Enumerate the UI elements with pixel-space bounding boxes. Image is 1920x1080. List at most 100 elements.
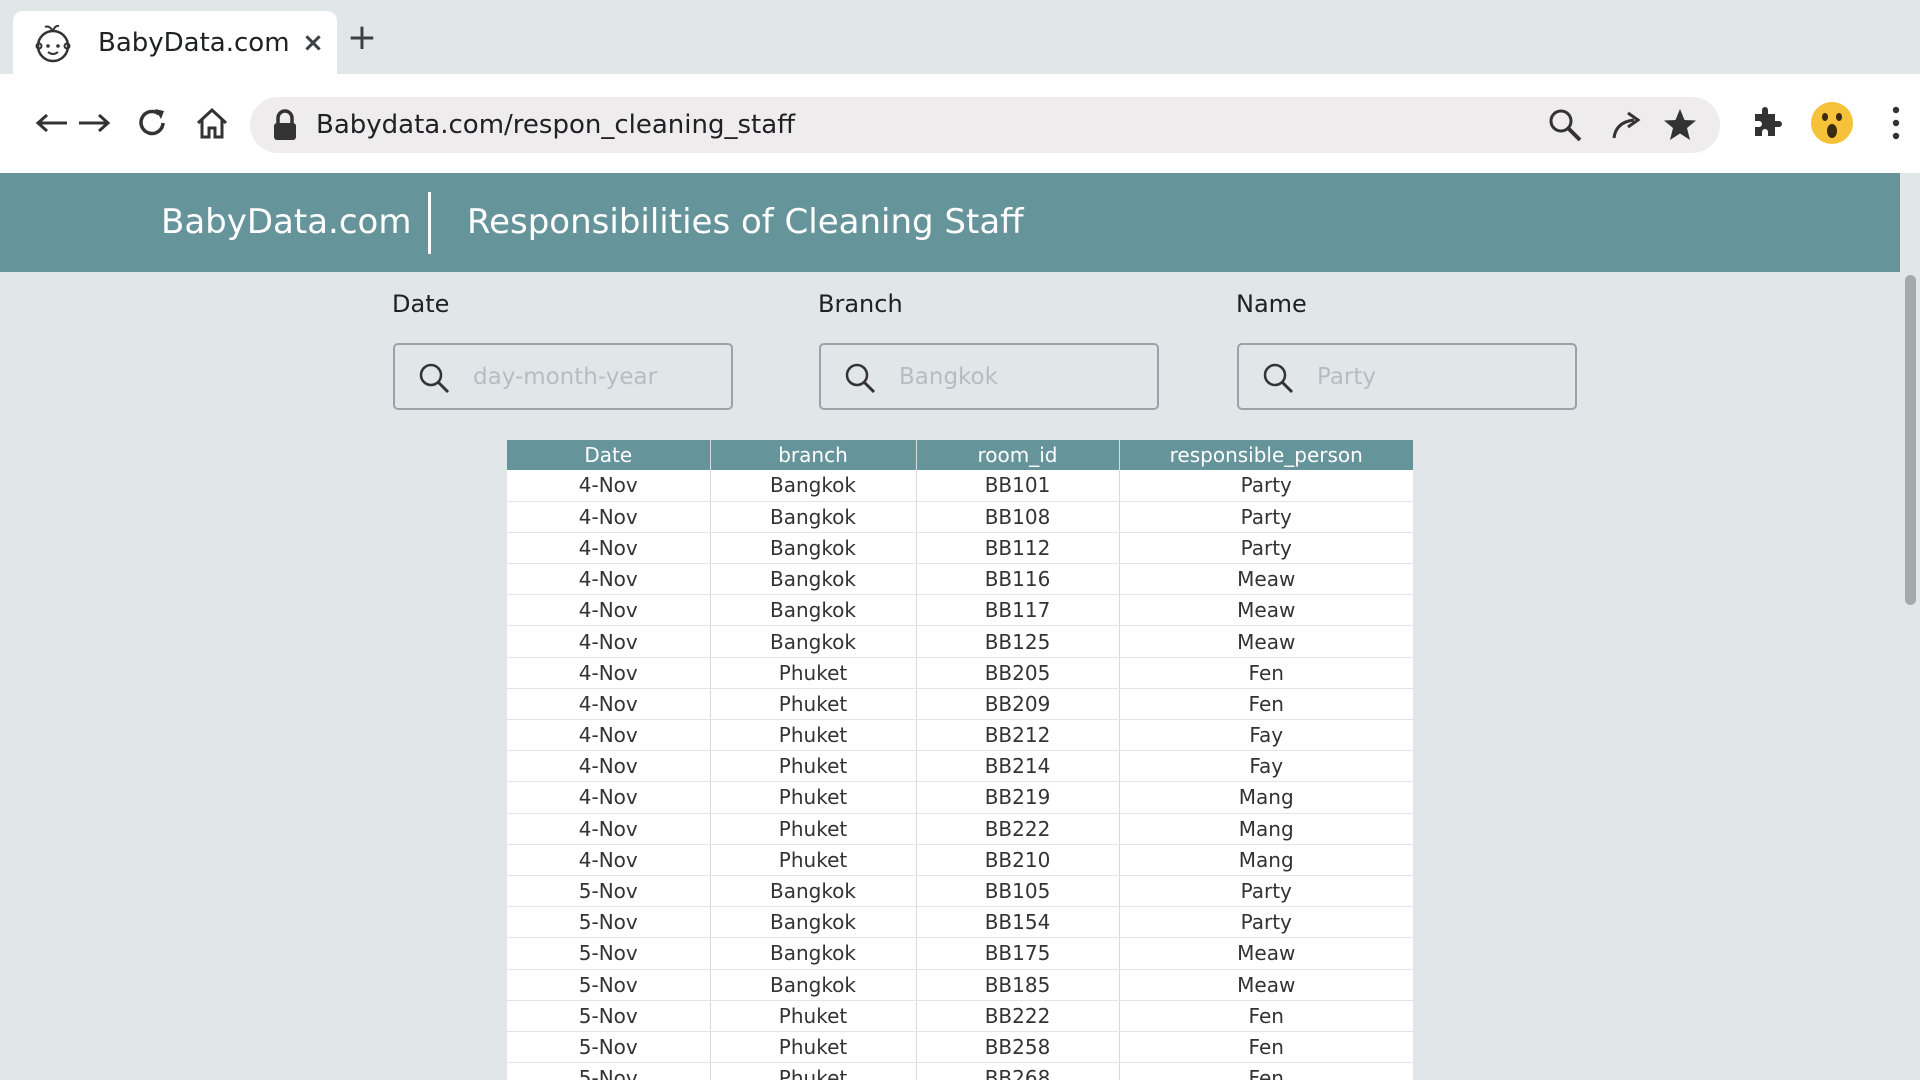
cell-branch: Bangkok xyxy=(709,875,916,908)
search-icon xyxy=(419,363,450,394)
cell-date: 5-Nov xyxy=(507,969,710,1001)
table-row[interactable]: 5-Nov Phuket BB222 Fen xyxy=(507,1000,1413,1032)
cell-branch: Bangkok xyxy=(709,532,916,565)
search-icon xyxy=(1263,363,1294,394)
cell-responsible-person: Party xyxy=(1118,875,1413,908)
tab-title: BabyData.com xyxy=(98,28,290,58)
column-header-room-id[interactable]: room_id xyxy=(915,440,1119,470)
cell-responsible-person: Mang xyxy=(1118,813,1413,845)
table-row[interactable]: 5-Nov Bangkok BB154 Party xyxy=(507,906,1413,939)
branch-filter-input[interactable] xyxy=(899,345,1149,408)
cell-date: 4-Nov xyxy=(507,532,710,565)
table-row[interactable]: 4-Nov Phuket BB214 Fay xyxy=(507,750,1413,783)
share-icon xyxy=(1612,111,1641,139)
cell-branch: Phuket xyxy=(709,1062,916,1080)
cell-room-id: BB214 xyxy=(915,750,1119,783)
name-filter-input[interactable] xyxy=(1317,345,1567,408)
page-scrollbar[interactable] xyxy=(1900,173,1920,1080)
table-row[interactable]: 4-Nov Phuket BB222 Mang xyxy=(507,813,1413,845)
cell-room-id: BB258 xyxy=(915,1031,1119,1064)
date-filter-input[interactable] xyxy=(473,345,723,408)
page-content: BabyData.com Responsibilities of Cleanin… xyxy=(0,173,1920,1080)
cell-responsible-person: Meaw xyxy=(1118,594,1413,627)
forward-button[interactable] xyxy=(72,101,116,145)
back-button[interactable] xyxy=(30,101,74,145)
scrollbar-thumb[interactable] xyxy=(1905,275,1916,605)
cell-date: 4-Nov xyxy=(507,657,710,689)
cell-branch: Phuket xyxy=(709,750,916,783)
table-row[interactable]: 4-Nov Bangkok BB108 Party xyxy=(507,501,1413,533)
cell-branch: Phuket xyxy=(709,844,916,876)
cell-date: 4-Nov xyxy=(507,688,710,721)
cell-branch: Phuket xyxy=(709,781,916,814)
cell-responsible-person: Meaw xyxy=(1118,969,1413,1001)
new-tab-button[interactable]: + xyxy=(344,16,380,60)
extensions-button[interactable] xyxy=(1744,101,1788,145)
extension-icon xyxy=(1755,107,1782,136)
profile-avatar-icon xyxy=(1811,102,1853,144)
bookmark-button[interactable] xyxy=(1660,105,1700,145)
column-header-date[interactable]: Date xyxy=(507,440,710,470)
reload-button[interactable] xyxy=(130,101,174,145)
cell-room-id: BB116 xyxy=(915,563,1119,596)
cell-branch: Bangkok xyxy=(709,937,916,970)
table-row[interactable]: 5-Nov Phuket BB268 Fen xyxy=(507,1062,1413,1080)
profile-button[interactable] xyxy=(1810,101,1854,145)
table-row[interactable]: 4-Nov Phuket BB210 Mang xyxy=(507,844,1413,876)
table-row[interactable]: 4-Nov Bangkok BB101 Party xyxy=(507,470,1413,502)
cell-date: 4-Nov xyxy=(507,470,710,502)
table-row[interactable]: 4-Nov Bangkok BB125 Meaw xyxy=(507,625,1413,658)
cell-date: 4-Nov xyxy=(507,719,710,752)
table-row[interactable]: 5-Nov Phuket BB258 Fen xyxy=(507,1031,1413,1064)
cell-responsible-person: Fen xyxy=(1118,688,1413,721)
table-row[interactable]: 5-Nov Bangkok BB185 Meaw xyxy=(507,969,1413,1001)
cell-room-id: BB125 xyxy=(915,625,1119,658)
cell-branch: Bangkok xyxy=(709,625,916,658)
cell-date: 4-Nov xyxy=(507,625,710,658)
cell-room-id: BB185 xyxy=(915,969,1119,1001)
tab-close-button[interactable]: × xyxy=(297,21,329,65)
table-row[interactable]: 5-Nov Bangkok BB105 Party xyxy=(507,875,1413,908)
table-row[interactable]: 4-Nov Bangkok BB116 Meaw xyxy=(507,563,1413,596)
header-divider xyxy=(428,192,431,254)
cell-responsible-person: Fen xyxy=(1118,657,1413,689)
cell-room-id: BB175 xyxy=(915,937,1119,970)
date-filter-field[interactable] xyxy=(393,343,733,410)
table-row[interactable]: 4-Nov Phuket BB209 Fen xyxy=(507,688,1413,721)
url-text[interactable]: Babydata.com/respon_cleaning_staff xyxy=(316,97,795,153)
table-row[interactable]: 4-Nov Bangkok BB112 Party xyxy=(507,532,1413,565)
table-row[interactable]: 5-Nov Bangkok BB175 Meaw xyxy=(507,937,1413,970)
table-body: 4-Nov Bangkok BB101 Party 4-Nov Bangkok BB108 P… xyxy=(507,470,1413,1080)
cell-branch: Bangkok xyxy=(709,563,916,596)
browser-menu-button[interactable] xyxy=(1874,101,1918,145)
cell-room-id: BB212 xyxy=(915,719,1119,752)
date-filter-label: Date xyxy=(392,290,450,318)
address-bar[interactable]: Babydata.com/respon_cleaning_staff xyxy=(250,97,1720,153)
cell-date: 5-Nov xyxy=(507,875,710,908)
cell-responsible-person: Meaw xyxy=(1118,563,1413,596)
cell-date: 4-Nov xyxy=(507,750,710,783)
column-header-responsible-person[interactable]: responsible_person xyxy=(1118,440,1413,470)
active-tab[interactable]: BabyData.com × xyxy=(13,11,337,74)
cell-room-id: BB105 xyxy=(915,875,1119,908)
site-brand[interactable]: BabyData.com xyxy=(161,173,411,272)
cell-branch: Phuket xyxy=(709,1000,916,1032)
cell-branch: Phuket xyxy=(709,657,916,689)
cell-room-id: BB101 xyxy=(915,470,1119,502)
branch-filter-field[interactable] xyxy=(819,343,1159,410)
column-header-branch[interactable]: branch xyxy=(709,440,916,470)
share-button[interactable] xyxy=(1605,105,1645,145)
home-button[interactable] xyxy=(190,101,234,145)
table-row[interactable]: 4-Nov Phuket BB219 Mang xyxy=(507,781,1413,814)
table-row[interactable]: 4-Nov Bangkok BB117 Meaw xyxy=(507,594,1413,627)
table-row[interactable]: 4-Nov Phuket BB205 Fen xyxy=(507,657,1413,689)
search-page-button[interactable] xyxy=(1545,105,1585,145)
name-filter-field[interactable] xyxy=(1237,343,1577,410)
reload-icon xyxy=(139,109,165,136)
page-title: Responsibilities of Cleaning Staff xyxy=(467,202,1024,242)
star-icon xyxy=(1664,109,1696,140)
cell-room-id: BB209 xyxy=(915,688,1119,721)
cell-room-id: BB108 xyxy=(915,501,1119,533)
table-row[interactable]: 4-Nov Phuket BB212 Fay xyxy=(507,719,1413,752)
cell-date: 4-Nov xyxy=(507,563,710,596)
